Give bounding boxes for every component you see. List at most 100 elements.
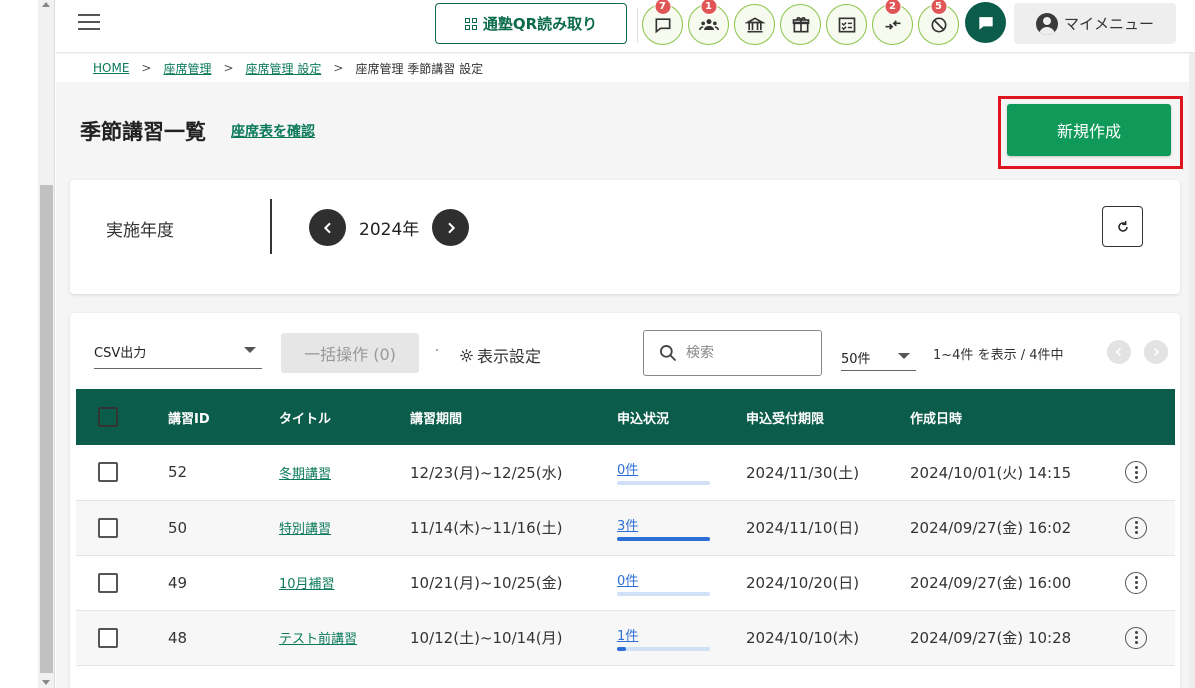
qr-scan-button[interactable]: 通塾QR読み取り (435, 3, 627, 44)
row-checkbox[interactable] (98, 462, 118, 483)
row-id: 52 (168, 445, 279, 501)
row-status-link[interactable]: 1件 (617, 625, 746, 644)
table-row: 52 冬期講習 12/23(月)~12/25(水) 0件 2024/11/30(… (76, 445, 1175, 501)
dropdown-caret-icon (898, 353, 910, 359)
left-scrollbar[interactable] (38, 0, 55, 688)
breadcrumb-current: 座席管理 季節講習 設定 (355, 61, 484, 76)
application-progress-bar (617, 481, 710, 486)
display-settings-button[interactable]: 表示設定 (459, 343, 541, 367)
next-year-button[interactable] (432, 209, 469, 246)
seat-chart-link[interactable]: 座席表を確認 (231, 121, 315, 141)
chevron-left-icon (1115, 347, 1122, 357)
year-filter-card: 実施年度 2024年 (70, 180, 1180, 294)
top-header: 通塾QR読み取り 7 1 2 5 マイメニュー (56, 0, 1195, 53)
row-status-link[interactable]: 3件 (617, 515, 746, 534)
school-icon[interactable] (734, 4, 775, 45)
row-status-link[interactable]: 0件 (617, 459, 746, 478)
row-created: 2024/09/27(金) 10:28 (910, 610, 1125, 666)
no-entry-badge: 5 (930, 0, 947, 15)
year-divider (270, 199, 272, 254)
right-scrollbar[interactable] (1189, 53, 1195, 688)
row-title-link[interactable]: 冬期講習 (279, 467, 331, 482)
more-options-icon[interactable] (1125, 516, 1147, 539)
row-deadline: 2024/11/30(土) (746, 445, 910, 501)
left-gutter (0, 0, 55, 688)
year-label: 実施年度 (106, 221, 174, 241)
gear-icon (460, 348, 473, 362)
hamburger-menu-icon[interactable] (78, 14, 100, 32)
new-create-button[interactable]: 新規作成 (1007, 104, 1171, 156)
row-id: 50 (168, 500, 279, 556)
students-badge: 1 (700, 0, 717, 15)
next-page-button[interactable] (1144, 340, 1168, 364)
bulk-action-button[interactable]: 一括操作 (0) (281, 333, 419, 373)
search-input[interactable] (686, 345, 806, 361)
application-progress-bar (617, 591, 710, 596)
select-all-checkbox[interactable] (98, 407, 118, 427)
header-divider (637, 8, 638, 43)
row-deadline: 2024/10/20(日) (746, 555, 910, 611)
per-page-select[interactable]: 50件 (841, 341, 916, 371)
row-status-link[interactable]: 0件 (617, 570, 746, 589)
csv-export-select[interactable]: CSV出力 (94, 335, 262, 369)
prev-year-button[interactable] (309, 209, 346, 246)
breadcrumb-seat-management[interactable]: 座席管理 (163, 60, 211, 77)
row-title-link[interactable]: 10月補習 (279, 577, 335, 592)
breadcrumb-separator: > (223, 61, 234, 75)
column-header-period[interactable]: 講習期間 (410, 389, 617, 445)
progress-fill (617, 536, 710, 541)
chat-icon[interactable] (965, 2, 1006, 43)
prev-page-button[interactable] (1107, 340, 1131, 364)
application-progress-bar (617, 536, 710, 541)
scroll-down-arrow[interactable] (42, 680, 50, 685)
row-id: 48 (168, 610, 279, 666)
breadcrumb: HOME > 座席管理 > 座席管理 設定 > 座席管理 季節講習 設定 (56, 54, 1195, 82)
qr-scan-label: 通塾QR読み取り (482, 15, 598, 33)
table-header-row: 講習ID タイトル 講習期間 申込状況 申込受付期限 作成日時 (76, 389, 1175, 445)
row-checkbox[interactable] (98, 517, 118, 538)
message-icon[interactable]: 7 (642, 0, 683, 45)
row-title-link[interactable]: テスト前講習 (279, 632, 357, 647)
breadcrumb-home[interactable]: HOME (93, 61, 129, 75)
column-header-deadline[interactable]: 申込受付期限 (746, 389, 910, 445)
table-card: CSV出力 一括操作 (0) 表示設定 50件 1~4件 を表示 / 4件中 (70, 313, 1180, 688)
row-period: 10/12(土)~10/14(月) (410, 610, 617, 666)
search-box[interactable] (643, 330, 822, 376)
header-select-all[interactable] (76, 389, 168, 445)
row-checkbox[interactable] (98, 572, 118, 593)
gift-icon[interactable] (780, 4, 821, 45)
scrollbar-thumb[interactable] (40, 185, 53, 673)
qr-code-icon (464, 17, 477, 30)
user-icon (1035, 12, 1058, 35)
row-checkbox[interactable] (98, 627, 118, 648)
application-progress-bar (617, 646, 710, 651)
row-created: 2024/09/27(金) 16:02 (910, 500, 1125, 556)
column-header-title[interactable]: タイトル (279, 389, 410, 445)
refresh-button[interactable] (1102, 206, 1143, 247)
column-header-actions (1125, 389, 1175, 445)
my-menu-button[interactable]: マイメニュー (1014, 3, 1176, 44)
scroll-up-arrow[interactable] (42, 2, 50, 7)
table-row: 49 10月補習 10/21(月)~10/25(金) 0件 2024/10/20… (76, 555, 1175, 611)
checklist-icon[interactable] (826, 4, 867, 45)
row-created: 2024/09/27(金) 16:00 (910, 555, 1125, 611)
students-icon[interactable]: 1 (688, 0, 729, 45)
result-count: 1~4件 を表示 / 4件中 (933, 348, 1064, 363)
row-title-link[interactable]: 特別講習 (279, 522, 331, 537)
column-header-created[interactable]: 作成日時 (910, 389, 1125, 445)
row-period: 12/23(月)~12/25(水) (410, 445, 617, 501)
my-menu-label: マイメニュー (1063, 15, 1154, 33)
table-row: 50 特別講習 11/14(木)~11/16(土) 3件 2024/11/10(… (76, 500, 1175, 556)
column-header-id[interactable]: 講習ID (168, 389, 279, 445)
column-header-status[interactable]: 申込状況 (617, 389, 746, 445)
no-entry-icon[interactable]: 5 (918, 0, 959, 45)
breadcrumb-separator: > (333, 61, 344, 75)
breadcrumb-separator: > (141, 61, 152, 75)
transfer-icon[interactable]: 2 (872, 0, 913, 45)
row-period: 11/14(木)~11/16(土) (410, 500, 617, 556)
more-options-icon[interactable] (1125, 461, 1147, 484)
more-options-icon[interactable] (1125, 571, 1147, 594)
breadcrumb-seat-settings[interactable]: 座席管理 設定 (246, 60, 322, 77)
more-options-icon[interactable] (1125, 626, 1147, 649)
chevron-right-icon (447, 222, 455, 233)
